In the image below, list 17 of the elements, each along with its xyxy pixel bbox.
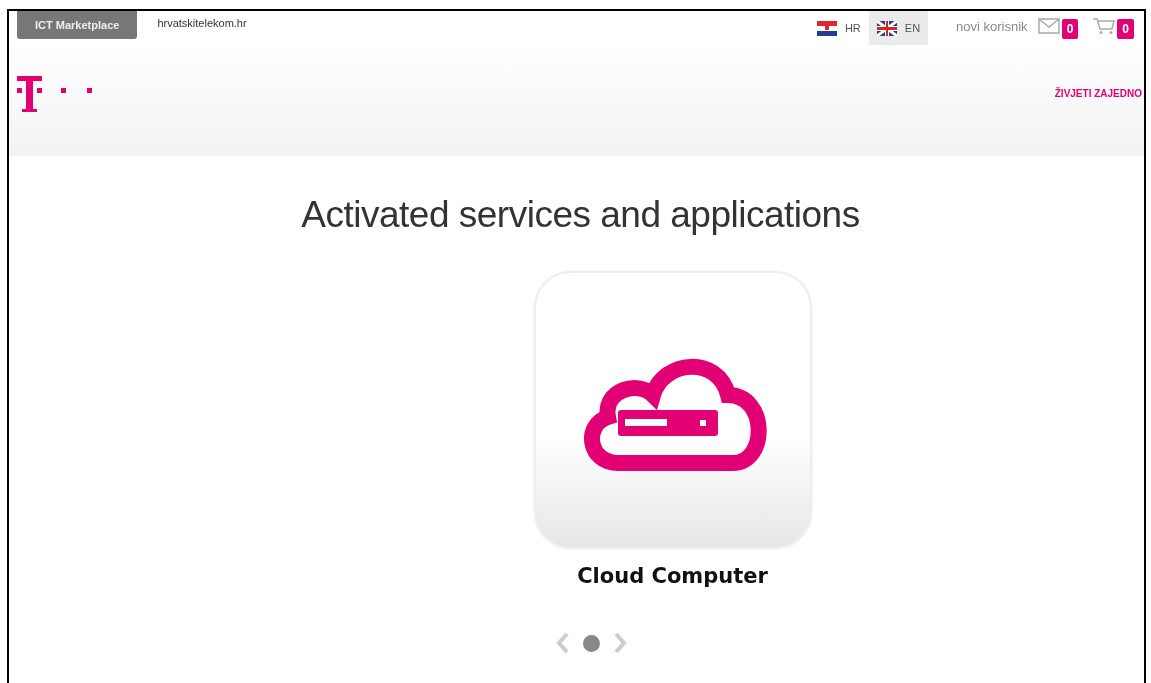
flag-icon: [876, 20, 897, 36]
marketplace-button[interactable]: ICT Marketplace: [17, 11, 138, 39]
language-tab[interactable]: EN: [868, 11, 929, 45]
page-title: Activated services and applications: [300, 194, 861, 236]
flag-icon: [816, 20, 837, 36]
page-dot[interactable]: [583, 634, 600, 652]
app-name: Cloud Computer: [577, 564, 768, 588]
app-tile[interactable]: [534, 272, 811, 548]
user-link[interactable]: novi korisnik: [956, 18, 1028, 34]
slogan-link[interactable]: ŽIVJETI ZAJEDNO: [1054, 88, 1142, 99]
cart-icon[interactable]: [1092, 17, 1117, 35]
envelope-icon[interactable]: [1037, 18, 1060, 34]
logo-icon[interactable]: [17, 75, 93, 112]
language-tab[interactable]: HR: [808, 11, 869, 45]
cart-count: 0: [1117, 19, 1134, 39]
message-count: 0: [1061, 19, 1079, 39]
site-link[interactable]: hrvatskitelekom.hr: [157, 17, 247, 29]
